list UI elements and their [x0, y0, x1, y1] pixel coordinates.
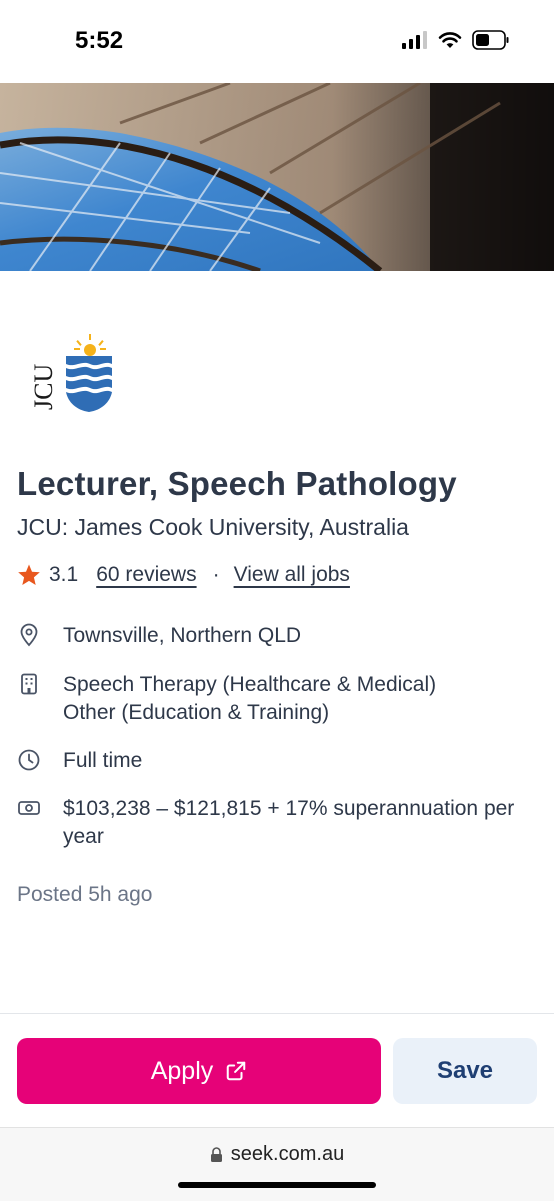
view-all-jobs-link[interactable]: View all jobs: [234, 563, 350, 587]
battery-icon: [472, 30, 509, 50]
company-name[interactable]: JCU: James Cook University, Australia: [17, 514, 409, 541]
money-icon: [18, 801, 40, 815]
rating-row: 3.1 60 reviews · View all jobs: [17, 563, 350, 587]
salary-row: $103,238 – $121,815 + 17% superannuation…: [17, 795, 533, 851]
status-time: 5:52: [75, 27, 124, 54]
star-icon: [18, 564, 40, 585]
external-link-icon: [227, 1061, 246, 1081]
work-type-text: Full time: [63, 749, 143, 772]
apply-button[interactable]: Apply: [17, 1038, 381, 1104]
wifi-icon: [438, 32, 462, 48]
job-title: Lecturer, Speech Pathology: [17, 465, 457, 502]
signal-icon: [402, 31, 427, 49]
rating-value: 3.1: [49, 563, 79, 586]
reviews-link[interactable]: 60 reviews: [96, 563, 196, 587]
browser-address-bar[interactable]: seek.com.au: [0, 1127, 554, 1201]
clock-icon: [18, 749, 40, 771]
posted-time: Posted 5h ago: [17, 883, 153, 906]
salary-text: $103,238 – $121,815 + 17% superannuation…: [63, 797, 515, 848]
save-button[interactable]: Save: [393, 1038, 537, 1104]
company-logo: JCU: [28, 328, 118, 418]
hero-banner-image: [0, 83, 554, 271]
logo-text: JCU: [29, 364, 58, 410]
location-text: Townsville, Northern QLD: [63, 624, 302, 647]
lock-icon: [210, 1146, 222, 1162]
apply-button-label: Apply: [150, 1056, 214, 1085]
building-icon: [21, 673, 37, 695]
status-bar: 5:52: [0, 0, 554, 82]
divider: [0, 1013, 554, 1014]
classification-line-2: Other (Education & Training): [63, 701, 330, 724]
status-icons: [402, 30, 510, 50]
url-text: seek.com.au: [230, 1143, 345, 1165]
home-indicator[interactable]: [178, 1182, 376, 1188]
location-row: Townsville, Northern QLD: [17, 622, 533, 650]
classification-row: Speech Therapy (Healthcare & Medical) Ot…: [17, 671, 533, 727]
work-type-row: Full time: [17, 747, 533, 775]
location-pin-icon: [20, 623, 38, 647]
classification-line-1: Speech Therapy (Healthcare & Medical): [63, 673, 437, 696]
separator-dot: ·: [212, 563, 220, 586]
